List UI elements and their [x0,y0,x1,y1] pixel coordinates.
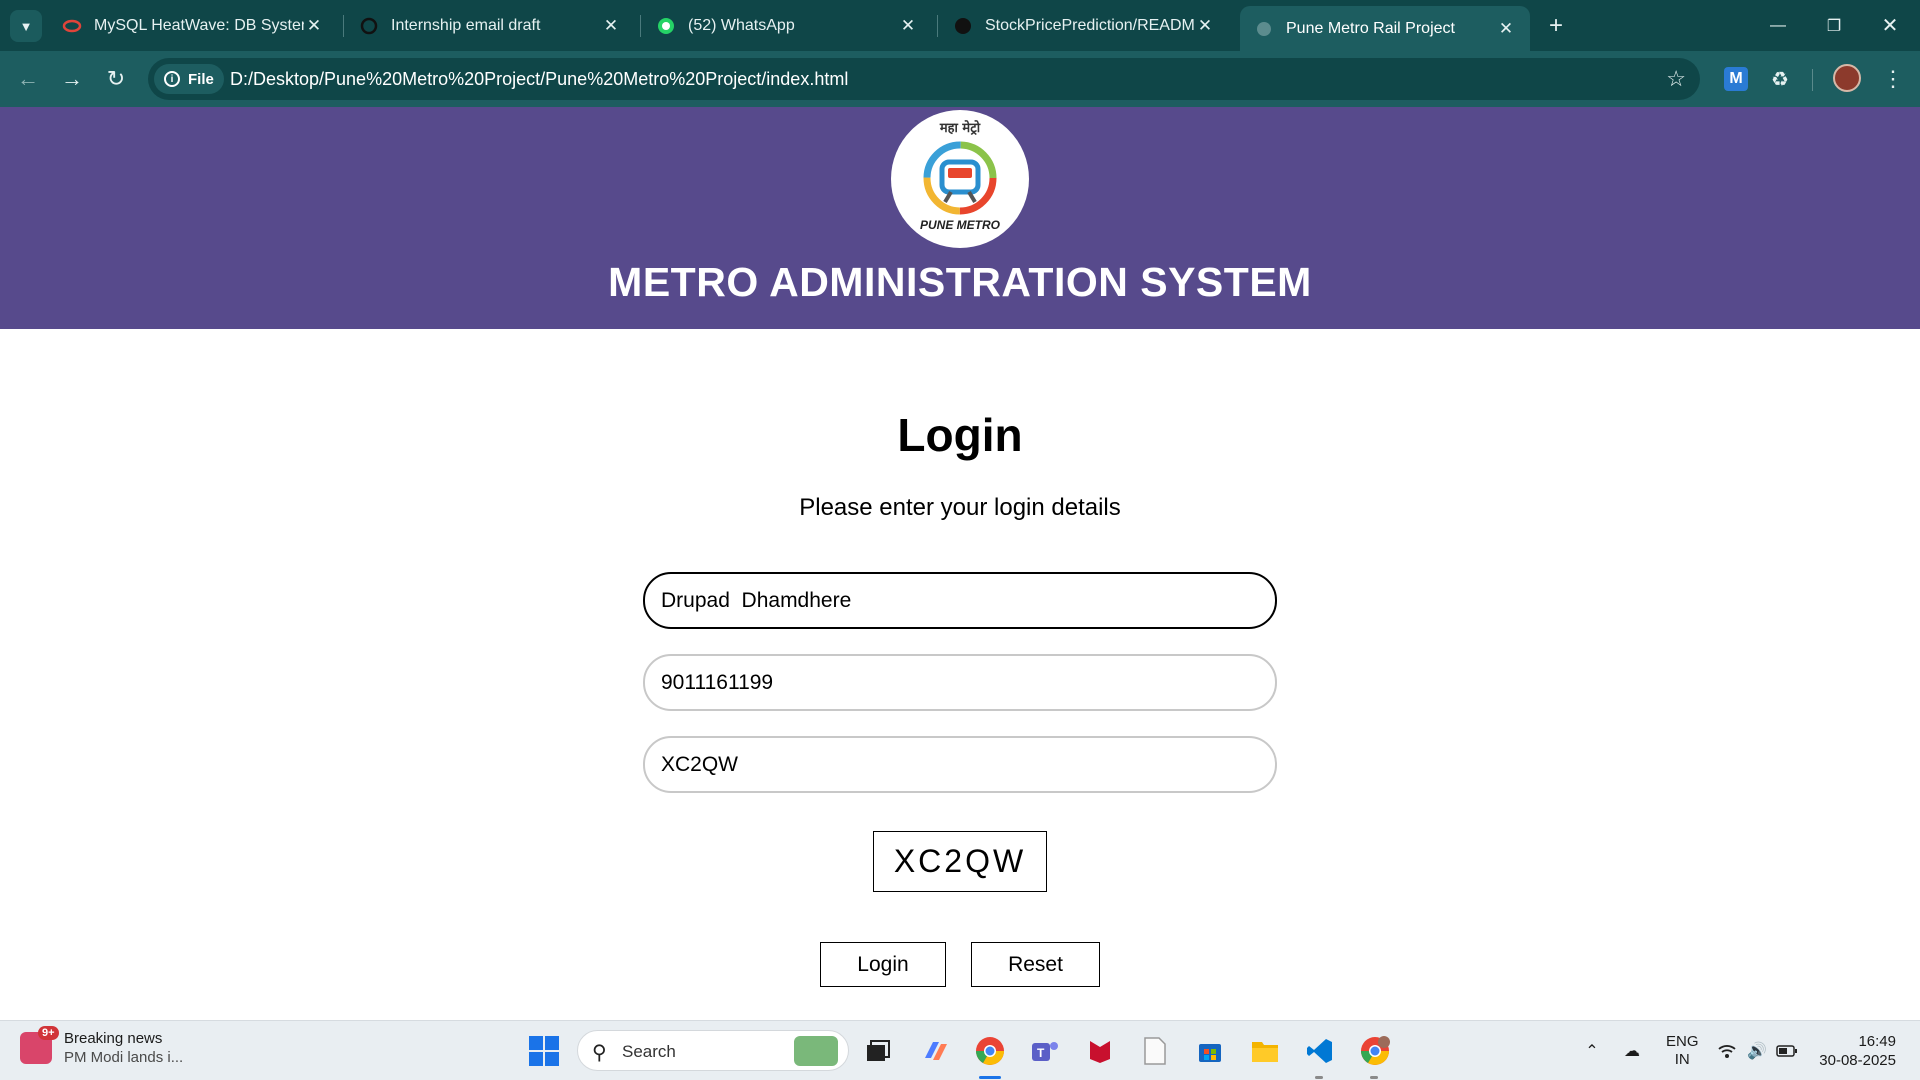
restore-icon[interactable]: ❐ [1806,0,1862,51]
site-chip-label: File [188,70,214,88]
tab-pune-metro[interactable]: Pune Metro Rail Project ✕ [1240,6,1530,51]
tab-title: Pune Metro Rail Project [1286,19,1455,37]
extensions-puzzle-icon[interactable]: ♻ [1764,63,1796,95]
captcha-input[interactable] [643,736,1277,793]
tab-search-chevron-icon[interactable]: ▼ [10,10,42,42]
tab-divider [640,15,641,37]
pune-metro-logo: महा मेट्रो PUNE METRO [891,110,1029,248]
oracle-icon [62,16,82,36]
wifi-icon[interactable] [1714,1021,1740,1080]
mcafee-icon[interactable] [1082,1033,1118,1069]
globe-icon [1254,19,1274,39]
file-icon[interactable] [1137,1033,1173,1069]
news-badge: 9+ [38,1026,59,1040]
volume-icon[interactable]: 🔊 [1744,1021,1770,1080]
microsoft-store-icon[interactable] [1192,1033,1228,1069]
search-label: Search [622,1042,676,1061]
close-icon[interactable]: ✕ [1496,19,1516,39]
show-hidden-icons-chevron-icon[interactable]: ⌃ [1580,1021,1604,1080]
whatsapp-icon [656,16,676,36]
bookmark-star-icon[interactable]: ☆ [1666,66,1686,92]
reset-button[interactable]: Reset [971,942,1100,987]
chatgpt-icon [359,16,379,36]
logo-bottom-text: PUNE METRO [919,218,1000,232]
captcha-display: XC2QW [873,831,1047,892]
news-subtitle: PM Modi lands i... [64,1049,184,1066]
github-icon [953,16,973,36]
tab-whatsapp[interactable]: (52) WhatsApp ✕ [642,6,932,45]
new-tab-plus-icon[interactable]: + [1540,10,1572,42]
taskbar-search-box[interactable]: ⚲ Search [577,1030,849,1071]
search-highlight-icon [794,1036,838,1066]
login-heading: Login [897,409,1023,461]
close-icon[interactable]: ✕ [601,16,621,36]
clock-date: 30-08-2025 [1819,1052,1896,1069]
file-explorer-icon[interactable] [1247,1033,1283,1069]
close-icon[interactable]: ✕ [898,16,918,36]
login-button[interactable]: Login [820,942,946,987]
language-code: ENG [1666,1033,1699,1050]
language-indicator[interactable]: ENG IN [1666,1033,1699,1069]
vscode-icon[interactable] [1302,1033,1338,1069]
login-subtitle: Please enter your login details [799,494,1121,521]
region-code: IN [1674,1051,1690,1068]
info-icon: i [164,71,180,87]
news-title: Breaking news [64,1030,163,1047]
tab-stock-readme[interactable]: StockPricePrediction/README.m ✕ [939,6,1229,45]
chrome-profile-icon[interactable] [1357,1033,1393,1069]
copilot-icon[interactable] [918,1033,954,1069]
profile-avatar[interactable] [1833,64,1861,92]
system-clock[interactable]: 16:49 30-08-2025 [1812,1032,1896,1070]
extension-m-icon[interactable]: M [1724,67,1748,91]
menu-kebab-icon[interactable]: ⋮ [1877,63,1909,95]
phone-input[interactable] [643,654,1277,711]
tab-divider [343,15,344,37]
reload-icon[interactable]: ↻ [98,61,134,97]
svg-text:T: T [1037,1046,1045,1060]
logo-top-text: महा मेट्रो [939,121,981,136]
address-bar[interactable]: i File D:/Desktop/Pune%20Metro%20Project… [148,58,1700,100]
teams-icon[interactable]: T [1027,1033,1063,1069]
task-view-icon[interactable] [860,1033,896,1069]
browser-toolbar: ← → ↻ i File D:/Desktop/Pune%20Metro%20P… [0,51,1920,107]
news-widget[interactable]: 9+ Breaking news PM Modi lands i... [20,1026,184,1067]
page-title: METRO ADMINISTRATION SYSTEM [608,259,1312,305]
search-icon: ⚲ [592,1042,607,1064]
clock-time: 16:49 [1858,1033,1896,1050]
tab-internship-email[interactable]: Internship email draft ✕ [345,6,635,45]
onedrive-sync-icon[interactable]: ☁ [1618,1021,1646,1080]
tab-title: MySQL HeatWave: DB System E [94,16,304,34]
tab-divider [937,15,938,37]
forward-arrow-icon[interactable]: → [54,61,90,97]
site-info-chip[interactable]: i File [154,64,224,94]
news-widget-icon: 9+ [20,1026,59,1064]
window-close-icon[interactable]: ✕ [1862,0,1918,51]
windows-start-icon[interactable] [529,1036,559,1066]
name-input[interactable] [643,572,1277,629]
minimize-icon[interactable]: — [1750,0,1806,51]
close-icon[interactable]: ✕ [1195,16,1215,36]
close-icon[interactable]: ✕ [304,16,324,36]
toolbar-divider [1812,69,1813,91]
chrome-profile-running-indicator [1370,1076,1378,1079]
back-arrow-icon[interactable]: ← [10,61,46,97]
chrome-active-indicator [979,1076,1001,1079]
battery-icon[interactable] [1774,1021,1800,1080]
chrome-icon[interactable] [972,1033,1008,1069]
url-text: D:/Desktop/Pune%20Metro%20Project/Pune%2… [230,69,849,89]
vscode-running-indicator [1315,1076,1323,1079]
tab-title: Internship email draft [391,16,541,34]
tab-mysql-heatwave[interactable]: MySQL HeatWave: DB System E ✕ [48,6,338,45]
metro-train-icon [923,141,997,215]
windows-taskbar: 9+ Breaking news PM Modi lands i... ⚲ Se… [0,1020,1920,1080]
site-header: महा मेट्रो PUNE METRO METRO ADMINISTRATI… [0,107,1920,329]
tab-title: (52) WhatsApp [688,16,795,34]
tab-title: StockPricePrediction/README.m [985,16,1195,34]
browser-tab-strip: ▼ MySQL HeatWave: DB System E ✕ Internsh… [0,0,1920,51]
